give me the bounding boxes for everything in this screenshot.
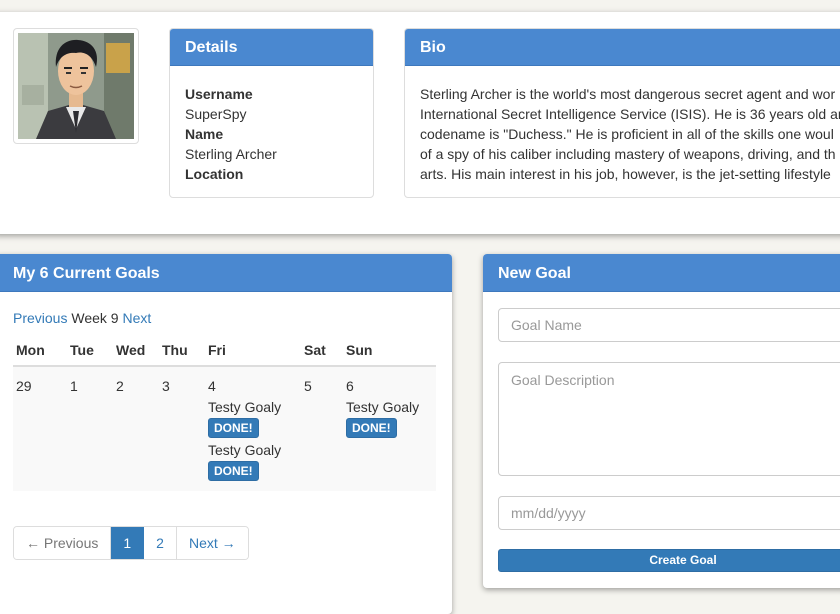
pagination-page-2[interactable]: 2	[144, 527, 177, 559]
bio-panel: Bio Sterling Archer is the world's most …	[404, 28, 840, 198]
create-goal-button[interactable]: Create Goal	[498, 549, 840, 572]
day-header-sun: Sun	[337, 334, 436, 367]
goal-title: Testy Goaly	[208, 442, 282, 458]
details-panel: Details Username SuperSpy Name Sterling …	[169, 28, 374, 198]
bio-line: of a spy of his caliber including master…	[420, 146, 836, 162]
week-label: Week 9	[71, 310, 119, 326]
goal-title: Testy Goaly	[346, 399, 420, 415]
day-header-sat: Sat	[295, 334, 337, 367]
pagination: ← Previous 1 2 Next →	[13, 526, 249, 560]
day-header-tue: Tue	[61, 334, 107, 367]
day-cell-thu: 3	[153, 366, 199, 491]
day-cell-tue: 1	[61, 366, 107, 491]
details-title: Details	[170, 29, 373, 66]
day-cell-fri: 4 Testy Goaly DONE! Testy Goaly DONE!	[199, 366, 295, 491]
day-date: 6	[346, 378, 354, 394]
week-navigation: Previous Week 9 Next	[13, 310, 151, 326]
day-header-mon: Mon	[13, 334, 61, 367]
day-cell-wed: 2	[107, 366, 153, 491]
bio-text: Sterling Archer is the world's most dang…	[405, 66, 840, 184]
bio-line: Sterling Archer is the world's most dang…	[420, 86, 836, 102]
pagination-previous[interactable]: ← Previous	[14, 527, 112, 559]
new-goal-card: New Goal Create Goal	[483, 254, 840, 588]
goal-date-input[interactable]	[498, 496, 840, 530]
day-date: 4	[208, 378, 216, 394]
day-date: 3	[162, 378, 170, 394]
done-button[interactable]: DONE!	[208, 418, 259, 438]
location-label: Location	[185, 166, 244, 182]
done-button[interactable]: DONE!	[346, 418, 397, 438]
bio-line: codename is "Duchess." He is proficient …	[420, 126, 834, 142]
pagination-page-1[interactable]: 1	[111, 527, 145, 559]
profile-card: Details Username SuperSpy Name Sterling …	[0, 12, 840, 234]
current-goals-card: My 6 Current Goals Previous Week 9 Next …	[0, 254, 452, 614]
previous-week-link[interactable]: Previous	[13, 310, 67, 326]
day-date: 5	[304, 378, 312, 394]
day-cell-sun: 6 Testy Goaly DONE!	[337, 366, 436, 491]
day-cell-sat: 5	[295, 366, 337, 491]
pagination-next[interactable]: Next →	[176, 527, 248, 559]
goal-description-input[interactable]	[498, 362, 840, 476]
bio-line: arts. His main interest in his job, howe…	[420, 166, 831, 182]
new-goal-title: New Goal	[483, 254, 840, 292]
day-header-thu: Thu	[153, 334, 199, 367]
name-value: Sterling Archer	[185, 146, 277, 162]
day-header-wed: Wed	[107, 334, 153, 367]
current-goals-title: My 6 Current Goals	[0, 254, 452, 292]
username-label: Username	[185, 86, 253, 102]
avatar-image	[18, 33, 134, 139]
done-button[interactable]: DONE!	[208, 461, 259, 481]
bio-line: International Secret Intelligence Servic…	[420, 106, 840, 122]
goal-name-input[interactable]	[498, 308, 840, 342]
name-label: Name	[185, 126, 224, 142]
next-week-link[interactable]: Next	[122, 310, 151, 326]
day-date: 2	[116, 378, 124, 394]
username-value: SuperSpy	[185, 106, 247, 122]
goal-title: Testy Goaly	[208, 399, 282, 415]
week-calendar-table: Mon Tue Wed Thu Fri Sat Sun 29 1 2 3 4 T…	[13, 334, 436, 491]
avatar	[13, 28, 139, 144]
bio-title: Bio	[405, 29, 840, 66]
day-date: 1	[70, 378, 78, 394]
table-row: 29 1 2 3 4 Testy Goaly DONE! Testy Goaly…	[13, 366, 436, 491]
day-cell-mon: 29	[13, 366, 61, 491]
day-date: 29	[16, 378, 32, 394]
day-header-fri: Fri	[199, 334, 295, 367]
